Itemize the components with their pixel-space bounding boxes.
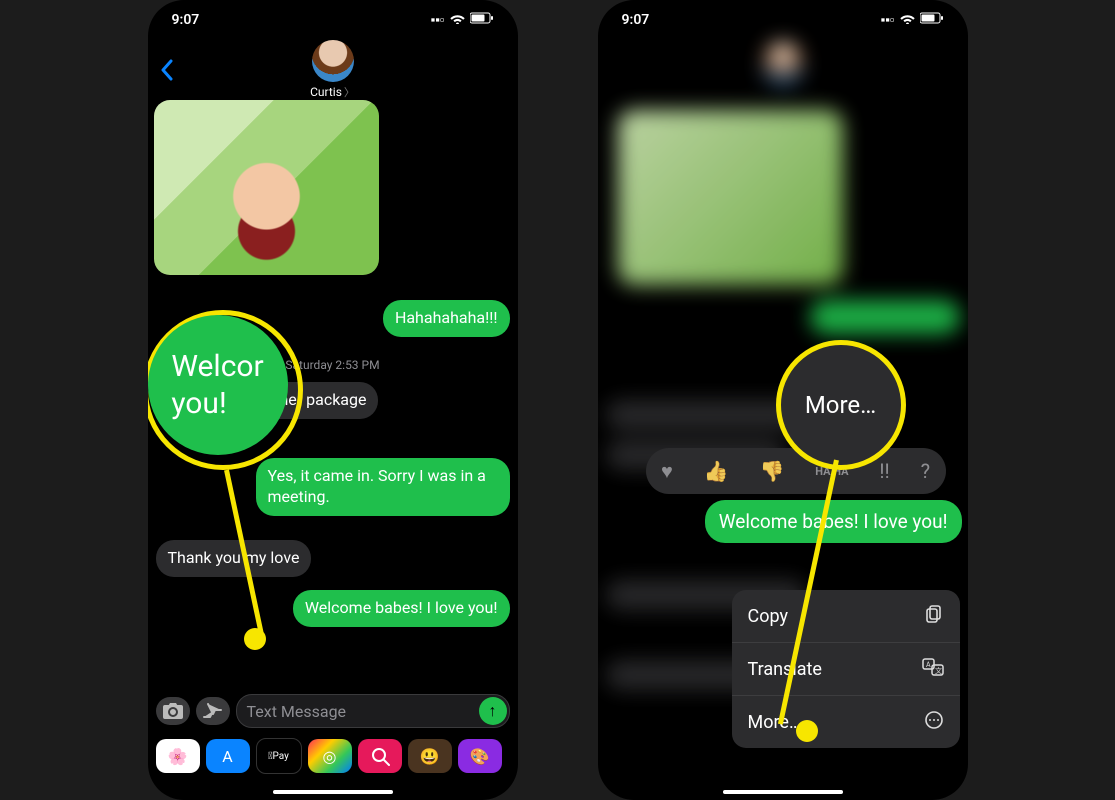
- cellular-icon: ▪▪▫: [881, 12, 895, 28]
- copy-icon: [924, 604, 944, 629]
- cellular-icon: ▪▪▫: [431, 12, 445, 28]
- contact-avatar[interactable]: [312, 40, 354, 82]
- phone-right-screenshot: 9:07 ▪▪▫ ♥ 👍 👎 HA HA ‼ ? Welcome babes! …: [598, 0, 968, 800]
- status-time: 9:07: [172, 12, 200, 28]
- status-bar: 9:07 ▪▪▫: [598, 0, 968, 40]
- tapback-haha[interactable]: HA HA: [815, 466, 848, 477]
- context-menu: Copy Translate A文 More…: [732, 590, 960, 748]
- battery-icon: [470, 12, 494, 28]
- battery-icon: [920, 12, 944, 28]
- message-input[interactable]: Text Message ↑: [236, 694, 510, 728]
- app-music[interactable]: [358, 739, 402, 773]
- message-sent-highlighted[interactable]: Welcome babes! I love you!: [293, 590, 510, 627]
- phone-left-screenshot: 9:07 ▪▪▫ Curtis 〉 Hahahahaha!!! Saturday…: [148, 0, 518, 800]
- app-stickers[interactable]: 🎨: [458, 739, 502, 773]
- conversation-scroll[interactable]: Hahahahaha!!! Saturday 2:53 PM Eye out f…: [148, 100, 518, 660]
- menu-translate[interactable]: Translate A文: [732, 642, 960, 695]
- message-sent[interactable]: Hahahahaha!!!: [383, 300, 510, 337]
- app-memoji[interactable]: 😃: [408, 739, 452, 773]
- menu-translate-label: Translate: [748, 659, 822, 680]
- menu-more-label: More…: [748, 712, 802, 733]
- app-photos[interactable]: 🌸: [156, 739, 200, 773]
- timestamp-label: Saturday 2:53 PM: [148, 358, 518, 372]
- menu-copy-label: Copy: [748, 606, 789, 627]
- compose-bar: Text Message ↑: [148, 690, 518, 732]
- app-fitness[interactable]: ◎: [308, 739, 352, 773]
- app-appstore[interactable]: A: [206, 739, 250, 773]
- imessage-app-tray: 🌸 A Pay ◎ 😃 🎨: [148, 736, 518, 776]
- home-indicator[interactable]: [273, 790, 393, 794]
- wifi-icon: [450, 13, 465, 28]
- tapback-thumbs-up[interactable]: 👍: [704, 459, 729, 483]
- app-applepay[interactable]: Pay: [256, 738, 302, 774]
- focused-message[interactable]: Welcome babes! I love you!: [705, 500, 962, 543]
- send-button[interactable]: ↑: [479, 697, 507, 725]
- message-sent[interactable]: Yes, it came in. Sorry I was in a meetin…: [256, 458, 510, 516]
- status-icons: ▪▪▫: [431, 12, 494, 28]
- message-received[interactable]: Thank you my love: [156, 540, 312, 577]
- conversation-header: Curtis 〉: [148, 40, 518, 100]
- menu-copy[interactable]: Copy: [732, 590, 960, 642]
- chevron-right-icon: 〉: [344, 84, 355, 100]
- message-received[interactable]: Eye out for another package: [156, 382, 379, 419]
- status-time: 9:07: [622, 12, 650, 28]
- back-button[interactable]: [160, 58, 174, 88]
- contact-name-button[interactable]: Curtis 〉: [310, 84, 355, 100]
- status-bar: 9:07 ▪▪▫: [148, 0, 518, 40]
- status-icons: ▪▪▫: [881, 12, 944, 28]
- tapback-bar: ♥ 👍 👎 HA HA ‼ ?: [646, 448, 946, 494]
- message-image[interactable]: [154, 100, 379, 275]
- tapback-heart[interactable]: ♥: [661, 459, 673, 484]
- camera-button[interactable]: [156, 697, 190, 725]
- focused-message-text: Welcome babes! I love you!: [705, 500, 962, 543]
- tapback-question[interactable]: ?: [921, 459, 930, 483]
- wifi-icon: [900, 13, 915, 28]
- svg-text:文: 文: [935, 666, 942, 675]
- apps-button[interactable]: [196, 697, 230, 725]
- contact-name-label: Curtis: [310, 85, 342, 99]
- menu-more[interactable]: More…: [732, 695, 960, 748]
- home-indicator[interactable]: [723, 790, 843, 794]
- translate-icon: A文: [922, 658, 944, 681]
- tapback-thumbs-down[interactable]: 👎: [759, 459, 784, 483]
- tapback-exclaim[interactable]: ‼: [879, 459, 889, 483]
- more-icon: [924, 710, 944, 735]
- svg-text:A: A: [926, 661, 931, 669]
- message-placeholder: Text Message: [247, 702, 347, 721]
